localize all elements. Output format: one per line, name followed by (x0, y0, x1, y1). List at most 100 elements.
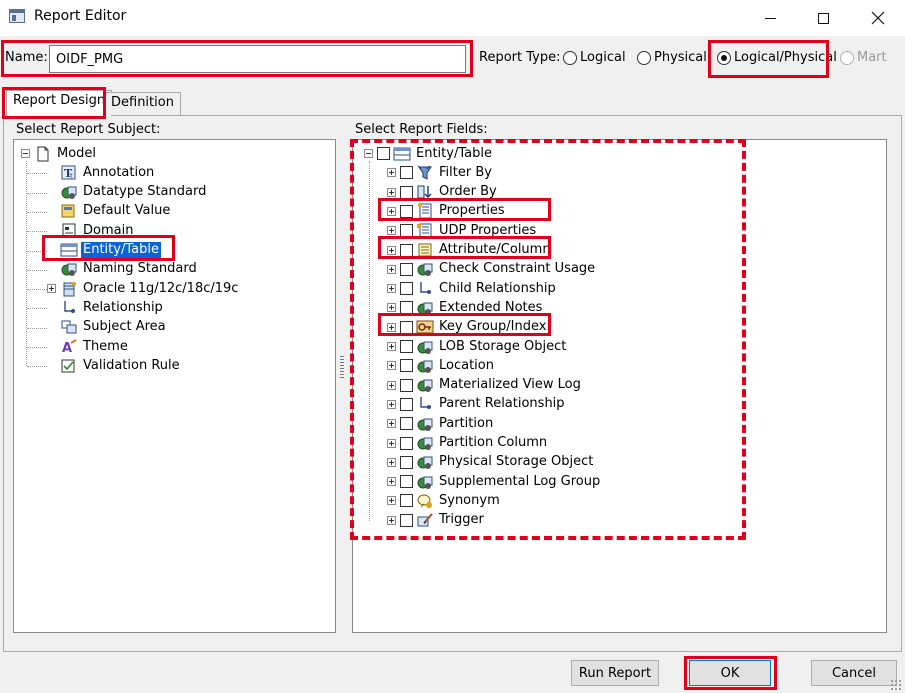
tree-item-label: Materialized View Log (439, 377, 581, 393)
field-node-check-constraint-usage[interactable]: Check Constraint Usage (387, 260, 597, 279)
field-checkbox[interactable] (400, 359, 413, 373)
field-checkbox[interactable] (400, 436, 413, 450)
tree-node-oracle-11g-12c-18c-19c[interactable]: Oracle 11g/12c/18c/19c (47, 279, 240, 298)
tree-item-label: Partition Column (439, 435, 548, 450)
tree-node-datatype-standard[interactable]: Datatype Standard (60, 183, 208, 202)
field-node-trigger[interactable]: Trigger (387, 511, 486, 530)
field-checkbox[interactable] (400, 417, 413, 431)
field-node-order-by[interactable]: Order By (387, 183, 499, 202)
expand-plus-icon[interactable] (47, 284, 56, 294)
expand-plus-icon[interactable] (387, 515, 396, 525)
expand-plus-icon[interactable] (387, 322, 396, 332)
field-node-location[interactable]: Location (387, 356, 496, 375)
expand-plus-icon[interactable] (387, 264, 396, 274)
field-checkbox[interactable] (400, 320, 413, 334)
expand-plus-icon[interactable] (387, 284, 396, 294)
field-node-extended-notes[interactable]: Extended Notes (387, 298, 544, 317)
expand-plus-icon[interactable] (387, 226, 396, 236)
field-node-partition[interactable]: Partition (387, 414, 495, 433)
relationship-icon (60, 300, 78, 316)
document-icon (34, 146, 52, 162)
tree-node-theme[interactable]: A Theme (60, 337, 130, 356)
close-button[interactable] (855, 0, 901, 36)
field-node-child-relationship[interactable]: Child Relationship (387, 279, 558, 298)
theme-icon: A (60, 338, 78, 356)
collapse-minus-icon[interactable] (364, 149, 373, 158)
minimize-button[interactable] (747, 0, 793, 36)
expand-plus-icon[interactable] (387, 361, 396, 371)
field-node-udp-properties[interactable]: UDP Properties (387, 221, 538, 240)
tree-node-relationship[interactable]: Relationship (60, 298, 165, 317)
run-report-button[interactable]: Run Report (571, 660, 659, 686)
panel-splitter-handle[interactable] (340, 356, 344, 380)
expand-plus-icon[interactable] (387, 399, 396, 409)
report-type-physical-radio[interactable]: Physical (637, 50, 707, 65)
expand-plus-icon[interactable] (387, 206, 396, 216)
tab-definition[interactable]: Definition (104, 92, 181, 115)
collapse-minus-icon[interactable] (21, 149, 30, 158)
tree-item-label: Parent Relationship (439, 396, 565, 412)
ok-button[interactable]: OK (689, 660, 771, 686)
field-node-materialized-view-log[interactable]: Materialized View Log (387, 376, 583, 395)
field-node-supplemental-log-group[interactable]: Supplemental Log Group (387, 472, 602, 491)
expand-plus-icon[interactable] (387, 419, 396, 429)
close-icon (871, 11, 885, 25)
field-checkbox[interactable] (400, 455, 413, 469)
maximize-button[interactable] (800, 0, 846, 36)
field-checkbox[interactable] (400, 513, 413, 527)
field-node-partition-column[interactable]: Partition Column (387, 434, 549, 453)
field-checkbox[interactable] (377, 147, 390, 160)
resize-grip[interactable] (890, 679, 902, 691)
expand-plus-icon[interactable] (387, 245, 396, 255)
field-node-properties[interactable]: Properties (387, 202, 507, 221)
tree-node-default-value[interactable]: Default Value (60, 202, 172, 221)
tree-node-entity-table[interactable]: Entity/Table (60, 241, 162, 260)
tree-guide-line (27, 308, 47, 310)
tree-node-subject-area[interactable]: Subject Area (60, 318, 168, 337)
field-checkbox[interactable] (400, 224, 413, 238)
report-subject-tree[interactable]: Model Tt Annotation Datatype Standard Defaul… (13, 139, 336, 633)
tree-node-annotation[interactable]: Tt Annotation (60, 163, 156, 182)
report-fields-tree[interactable]: Entity/Table Filter By Order By Properties U… (352, 139, 887, 633)
tree-node-domain[interactable]: Domain (60, 221, 135, 240)
expand-plus-icon[interactable] (387, 303, 396, 313)
name-input[interactable] (49, 45, 466, 73)
field-checkbox[interactable] (400, 340, 413, 353)
field-node-key-group-index[interactable]: Key Group/Index (387, 318, 548, 337)
expand-plus-icon[interactable] (387, 438, 396, 448)
tree-node-naming-standard[interactable]: Naming Standard (60, 260, 199, 279)
report-type-logical-physical-radio[interactable]: Logical/Physical (717, 50, 837, 65)
expand-plus-icon[interactable] (387, 477, 396, 487)
field-checkbox[interactable] (400, 494, 413, 508)
field-checkbox[interactable] (400, 282, 413, 296)
field-checkbox[interactable] (400, 185, 413, 199)
field-node-physical-storage-object[interactable]: Physical Storage Object (387, 453, 595, 472)
cancel-button[interactable]: Cancel (811, 660, 897, 686)
field-node-filter-by[interactable]: Filter By (387, 163, 494, 182)
field-checkbox[interactable] (400, 378, 413, 392)
expand-plus-icon[interactable] (387, 168, 396, 178)
tree-node-model[interactable]: Model (21, 144, 98, 163)
expand-plus-icon[interactable] (387, 187, 396, 197)
field-checkbox[interactable] (400, 166, 413, 180)
expand-plus-icon[interactable] (387, 380, 396, 390)
field-node-attribute-column[interactable]: Attribute/Column (387, 241, 553, 260)
expand-plus-icon[interactable] (387, 342, 396, 351)
tree-node-validation-rule[interactable]: Validation Rule (60, 356, 182, 375)
expand-plus-icon[interactable] (387, 457, 396, 467)
tree-item-label: Entity/Table (80, 241, 162, 259)
field-checkbox[interactable] (400, 475, 413, 489)
field-node-synonym[interactable]: Synonym (387, 491, 502, 510)
field-node-lob-storage-object[interactable]: LOB Storage Object (387, 337, 568, 356)
field-checkbox[interactable] (400, 262, 413, 276)
field-checkbox[interactable] (400, 204, 413, 218)
field-checkbox[interactable] (400, 397, 413, 411)
expand-plus-icon[interactable] (387, 496, 396, 506)
field-checkbox[interactable] (400, 301, 413, 315)
tree-node-entity-table-root[interactable]: Entity/Table (364, 144, 494, 163)
field-node-parent-relationship[interactable]: Parent Relationship (387, 395, 567, 414)
report-type-logical-radio[interactable]: Logical (563, 50, 626, 65)
field-checkbox[interactable] (400, 243, 413, 257)
table-icon (60, 242, 78, 258)
tab-report-design[interactable]: Report Design (6, 90, 113, 116)
